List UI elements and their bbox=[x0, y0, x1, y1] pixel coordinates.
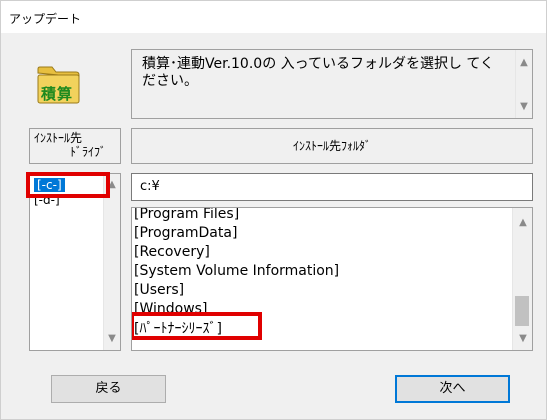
folder-item[interactable]: [Program Files] bbox=[134, 208, 504, 224]
path-field[interactable]: c:¥ bbox=[131, 173, 533, 201]
drive-header-line1: ｲﾝｽﾄｰﾙ先 bbox=[34, 131, 83, 145]
folder-header: ｲﾝｽﾄｰﾙ先ﾌｫﾙﾀﾞ bbox=[131, 128, 533, 164]
folder-highlight-box bbox=[132, 312, 262, 340]
scroll-up-icon[interactable]: ▲ bbox=[515, 216, 531, 230]
next-button[interactable]: 次へ bbox=[395, 375, 510, 403]
back-button[interactable]: 戻る bbox=[51, 375, 166, 403]
window-title: アップデート bbox=[9, 12, 82, 26]
scroll-down-icon[interactable]: ▼ bbox=[104, 332, 120, 346]
folder-item[interactable]: [Recovery] bbox=[134, 243, 504, 262]
scroll-down-icon[interactable]: ▼ bbox=[515, 332, 531, 346]
folder-list[interactable]: [Program Files] [ProgramData] [Recovery]… bbox=[131, 207, 533, 351]
message-text: 積算･連動Ver.10.0の 入っているフォルダを選択し てください。 bbox=[142, 56, 494, 89]
drive-highlight-box bbox=[26, 172, 110, 198]
drive-list[interactable]: [-c-] [-d-] ▲ ▼ bbox=[26, 172, 121, 351]
folder-scrollbar[interactable]: ▲ ▼ bbox=[512, 208, 532, 350]
update-dialog: アップデート 積算 積算･連動Ver.10.0の 入っているフォルダを選択し て… bbox=[0, 0, 547, 420]
drive-header-line2: ﾄﾞﾗｲﾌﾞ bbox=[69, 145, 106, 159]
title-bar: アップデート bbox=[1, 1, 546, 33]
message-box: 積算･連動Ver.10.0の 入っているフォルダを選択し てください。 ▲ ▼ bbox=[131, 49, 533, 119]
drive-scrollbar[interactable]: ▲ ▼ bbox=[103, 174, 120, 350]
message-scrollbar[interactable]: ▲ ▼ bbox=[515, 50, 532, 118]
scrollbar-thumb[interactable] bbox=[515, 296, 529, 326]
scroll-up-icon[interactable]: ▲ bbox=[516, 56, 532, 70]
folder-item[interactable]: [ProgramData] bbox=[134, 224, 504, 243]
folder-icon: 積算 bbox=[35, 63, 83, 107]
scroll-down-icon[interactable]: ▼ bbox=[516, 100, 532, 114]
folder-item[interactable]: [System Volume Information] bbox=[134, 262, 504, 281]
drive-header: ｲﾝｽﾄｰﾙ先 ﾄﾞﾗｲﾌﾞ bbox=[29, 128, 121, 164]
folder-item[interactable]: [Users] bbox=[134, 281, 504, 300]
folder-icon-label: 積算 bbox=[41, 85, 74, 103]
